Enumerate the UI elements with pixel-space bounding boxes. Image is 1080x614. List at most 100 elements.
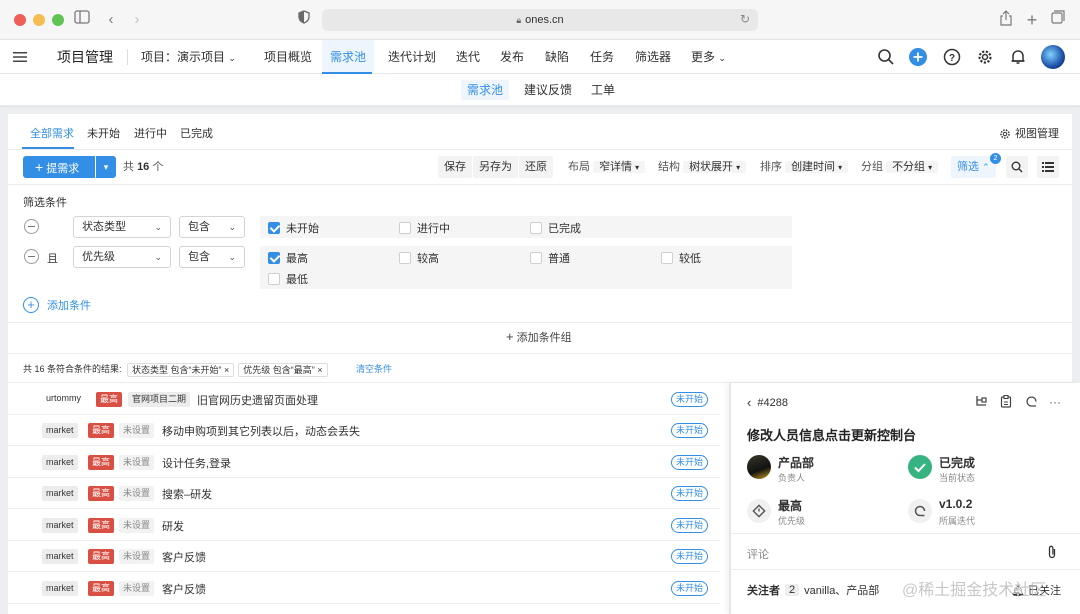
search-icon[interactable]: [877, 48, 895, 66]
nav-overview[interactable]: 项目概览: [264, 40, 312, 74]
list-item[interactable]: market 最高 未设置 客户反馈 未开始: [8, 573, 720, 604]
close-window-button[interactable]: [14, 14, 26, 26]
row-title[interactable]: 搜索–研发: [162, 486, 212, 502]
subtab-feedback[interactable]: 建议反馈: [518, 80, 578, 100]
save-as-button[interactable]: 另存为: [473, 156, 518, 178]
operator-select[interactable]: 包含 ⌄: [179, 216, 245, 238]
checkbox[interactable]: [399, 222, 411, 234]
close-icon[interactable]: ×: [224, 365, 229, 375]
user-avatar[interactable]: [1041, 45, 1065, 69]
checkbox[interactable]: [530, 252, 542, 264]
status-badge[interactable]: 未开始: [670, 518, 708, 533]
tabs-overview-icon[interactable]: [1048, 10, 1068, 30]
row-title[interactable]: 客户反馈: [162, 581, 206, 597]
status-badge[interactable]: 未开始: [670, 392, 708, 407]
status-badge[interactable]: 未开始: [670, 549, 708, 564]
structure-select[interactable]: 树状展开 ▾: [683, 161, 747, 173]
privacy-shield-icon[interactable]: [294, 10, 314, 30]
settings-gear-icon[interactable]: [976, 48, 994, 66]
checkbox-checked[interactable]: [268, 252, 280, 264]
row-title[interactable]: 设计任务,登录: [162, 455, 231, 471]
nav-backlog[interactable]: 需求池: [322, 40, 375, 74]
add-icon[interactable]: [909, 48, 927, 66]
list-item[interactable]: market 最高 未设置 研发 未开始: [8, 510, 720, 541]
list-item[interactable]: market 最高 未设置 设计任务,登录 未开始: [8, 447, 720, 478]
sidebar-toggle-icon[interactable]: [72, 10, 92, 30]
tab-all[interactable]: 全部需求: [30, 124, 74, 144]
attachment-icon[interactable]: [1047, 545, 1057, 562]
checkbox[interactable]: [530, 222, 542, 234]
new-tab-icon[interactable]: +: [1022, 10, 1042, 30]
back-icon[interactable]: ‹: [101, 10, 121, 30]
close-icon[interactable]: ×: [317, 365, 322, 375]
bell-icon[interactable]: [1009, 48, 1027, 66]
filter-chip[interactable]: 状态类型 包含“未开始” ×: [127, 363, 235, 377]
list-item[interactable]: market 最高 未设置 搜索–研发 未开始: [8, 478, 720, 509]
layout-select[interactable]: 窄详情 ▾: [593, 161, 646, 173]
priority-value[interactable]: 最高: [778, 497, 802, 514]
option-high[interactable]: 较高: [399, 250, 439, 266]
tab-done[interactable]: 已完成: [180, 124, 213, 144]
address-bar[interactable]: 🔒︎ ones.cn ↻: [322, 9, 758, 31]
add-condition-group-button[interactable]: + 添加条件组: [506, 329, 572, 345]
project-select[interactable]: 项目：演示项目 ⌄: [141, 40, 236, 74]
list-item[interactable]: market 最高 未设置 移动申购项到其它列表以后，动态会丢失 未开始: [8, 415, 720, 446]
checkbox[interactable]: [268, 273, 280, 285]
status-badge[interactable]: 未开始: [670, 486, 708, 501]
status-value[interactable]: 已完成: [939, 454, 975, 471]
subtab-backlog[interactable]: 需求池: [461, 80, 510, 100]
tab-not-started[interactable]: 未开始: [87, 124, 120, 144]
nav-more[interactable]: 更多 ⌄: [691, 40, 726, 74]
list-item[interactable]: market 最高 未设置 客户反馈 未开始: [8, 541, 720, 572]
search-button[interactable]: [1006, 156, 1028, 178]
reload-icon[interactable]: ↻: [740, 12, 750, 26]
sprint-value[interactable]: v1.0.2: [939, 497, 972, 511]
more-options-icon[interactable]: ···: [1048, 395, 1062, 409]
comment-input[interactable]: 评论: [747, 546, 769, 562]
nav-release[interactable]: 发布: [500, 40, 524, 74]
option-highest[interactable]: 最高: [268, 250, 308, 266]
iteration-icon[interactable]: [1024, 395, 1038, 409]
remove-condition-icon[interactable]: [24, 249, 39, 264]
list-item[interactable]: urtommy 最高 官网项目二期 旧官网历史遗留页面处理 未开始: [8, 384, 720, 415]
nav-task[interactable]: 任务: [590, 40, 614, 74]
group-control[interactable]: 分组 不分组 ▾: [861, 156, 939, 178]
row-title[interactable]: 研发: [162, 518, 184, 534]
checkbox[interactable]: [399, 252, 411, 264]
nav-sprint-plan[interactable]: 迭代计划: [388, 40, 436, 74]
status-badge[interactable]: 未开始: [670, 455, 708, 470]
row-title[interactable]: 旧官网历史遗留页面处理: [197, 392, 318, 408]
row-title[interactable]: 客户反馈: [162, 549, 206, 565]
sort-select[interactable]: 创建时间 ▾: [785, 161, 849, 173]
zoom-window-button[interactable]: [52, 14, 64, 26]
copy-icon[interactable]: [999, 394, 1013, 409]
option-low[interactable]: 较低: [661, 250, 701, 266]
list-view-button[interactable]: [1037, 156, 1059, 178]
back-to-list-button[interactable]: ‹ #4288: [747, 395, 788, 410]
group-select[interactable]: 不分组 ▾: [886, 161, 939, 173]
operator-select[interactable]: 包含 ⌄: [179, 246, 245, 268]
view-manage-button[interactable]: 视图管理: [999, 124, 1059, 144]
save-button[interactable]: 保存: [438, 156, 472, 178]
filter-toggle-button[interactable]: 筛选 ⌃: [951, 156, 996, 178]
help-icon[interactable]: ?: [943, 48, 961, 66]
minimize-window-button[interactable]: [33, 14, 45, 26]
nav-sprint[interactable]: 迭代: [456, 40, 480, 74]
watchers-row[interactable]: 关注者 2 vanilla、产品部: [747, 582, 879, 598]
field-select-priority[interactable]: 优先级 ⌄: [73, 246, 171, 268]
row-title[interactable]: 移动申购项到其它列表以后，动态会丢失: [162, 423, 360, 439]
status-badge[interactable]: 未开始: [670, 423, 708, 438]
status-badge[interactable]: 未开始: [670, 581, 708, 596]
create-requirement-button[interactable]: + 提需求: [23, 156, 95, 178]
share-icon[interactable]: [996, 10, 1016, 30]
forward-icon[interactable]: ›: [127, 10, 147, 30]
option-in-progress[interactable]: 进行中: [399, 220, 450, 236]
clear-filters-link[interactable]: 清空条件: [356, 362, 392, 376]
checkbox[interactable]: [661, 252, 673, 264]
subtab-tickets[interactable]: 工单: [585, 80, 621, 100]
nav-defect[interactable]: 缺陷: [545, 40, 569, 74]
restore-button[interactable]: 还原: [519, 156, 553, 178]
nav-filter[interactable]: 筛选器: [635, 40, 671, 74]
option-normal[interactable]: 普通: [530, 250, 570, 266]
menu-icon[interactable]: [12, 50, 30, 68]
